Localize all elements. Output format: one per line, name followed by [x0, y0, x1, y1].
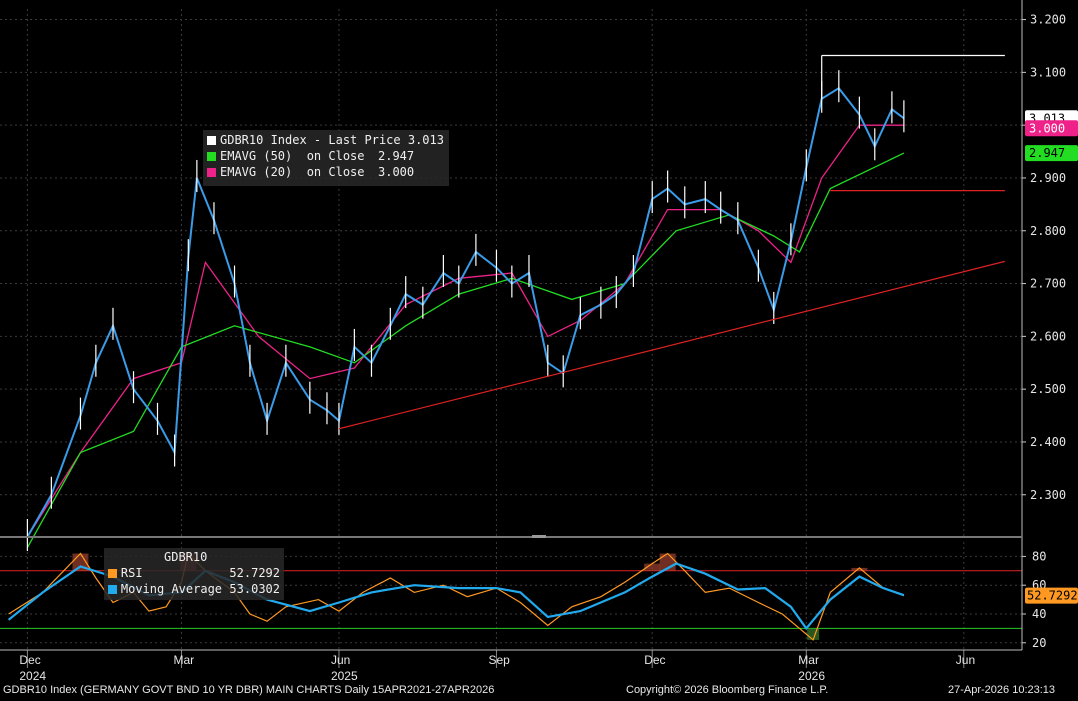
x-tick-label: Mar [173, 653, 194, 667]
x-tick-label: Sep [488, 653, 510, 667]
x-tick-label: Dec [644, 653, 665, 667]
legend-value: 52.7292 [229, 566, 280, 580]
legend-label: EMAVG (20) on Close [220, 165, 365, 179]
footer-copyright: Copyright© 2026 Bloomberg Finance L.P. [626, 684, 829, 696]
legend-label: GDBR10 Index - Last Price [220, 133, 401, 147]
legend-swatch-last-price [207, 135, 216, 145]
trendline[interactable] [338, 260, 1006, 430]
legend-label: RSI [120, 566, 143, 580]
legend-label: Moving Average [120, 582, 223, 596]
price-tick-label: 2.700 [1030, 277, 1066, 291]
price-value-tag-text: 2.947 [1029, 146, 1065, 160]
legend-row-rsi: RSI 52.7292 [108, 565, 280, 581]
price-tick-label: 2.300 [1030, 488, 1066, 502]
legend-row-moving-average: Moving Average 53.0302 [108, 581, 280, 597]
rsi-tick-label: 40 [1032, 607, 1046, 621]
x-tick-label: Jun [956, 653, 975, 667]
series-line-last-price[interactable] [26, 86, 905, 538]
x-year-label: 2024 [19, 669, 46, 683]
footer-timestamp: 27-Apr-2026 10:23:13 [948, 684, 1056, 696]
rsi-legend-title: GDBR10 [164, 550, 208, 564]
price-tick-label: 3.200 [1030, 13, 1066, 27]
footer-description: GDBR10 Index (GERMANY GOVT BND 10 YR DBR… [3, 684, 495, 696]
price-value-tag-text: 3.000 [1029, 121, 1065, 135]
price-tick-label: 2.800 [1030, 224, 1066, 238]
legend-row-last-price: GDBR10 Index - Last Price 3.013 [207, 132, 445, 148]
legend-value: 53.0302 [229, 582, 280, 596]
legend-label: EMAVG (50) on Close [220, 149, 365, 163]
legend-swatch-rsi [108, 568, 117, 578]
price-legend: GDBR10 Index - Last Price 3.013 EMAVG (5… [203, 130, 449, 186]
x-tick-label: Mar [798, 653, 819, 667]
legend-row-ema20: EMAVG (20) on Close 3.000 [207, 164, 445, 180]
price-tick-label: 2.500 [1030, 382, 1066, 396]
legend-value: 3.013 [407, 133, 444, 147]
legend-value: 2.947 [378, 149, 415, 163]
rsi-legend: GDBR10 RSI 52.7292 Moving Average 53.030… [104, 548, 284, 600]
series-line-emavg-50-on-close[interactable] [26, 152, 905, 548]
series-line-emavg-20-on-close[interactable] [26, 124, 904, 538]
rsi-tick-label: 80 [1032, 549, 1046, 563]
x-tick-label: Jun [331, 653, 350, 667]
rsi-tick-label: 20 [1032, 636, 1046, 650]
x-year-label: 2025 [331, 669, 358, 683]
legend-swatch-moving-average [108, 584, 117, 594]
legend-value: 3.000 [378, 165, 415, 179]
legend-swatch-ema50 [207, 151, 216, 161]
price-tick-label: 2.600 [1030, 329, 1066, 343]
price-tick-label: 2.400 [1030, 435, 1066, 449]
x-tick-label: Dec [19, 653, 40, 667]
panel-divider-handle[interactable] [532, 535, 546, 538]
legend-row-ema50: EMAVG (50) on Close 2.947 [207, 148, 445, 164]
price-tick-label: 3.100 [1030, 65, 1066, 79]
legend-swatch-ema20 [207, 167, 216, 177]
price-tick-label: 2.900 [1030, 171, 1066, 185]
rsi-value-tag-text: 52.7292 [1027, 589, 1078, 603]
price-plot[interactable] [26, 54, 1006, 551]
x-year-label: 2026 [798, 669, 825, 683]
